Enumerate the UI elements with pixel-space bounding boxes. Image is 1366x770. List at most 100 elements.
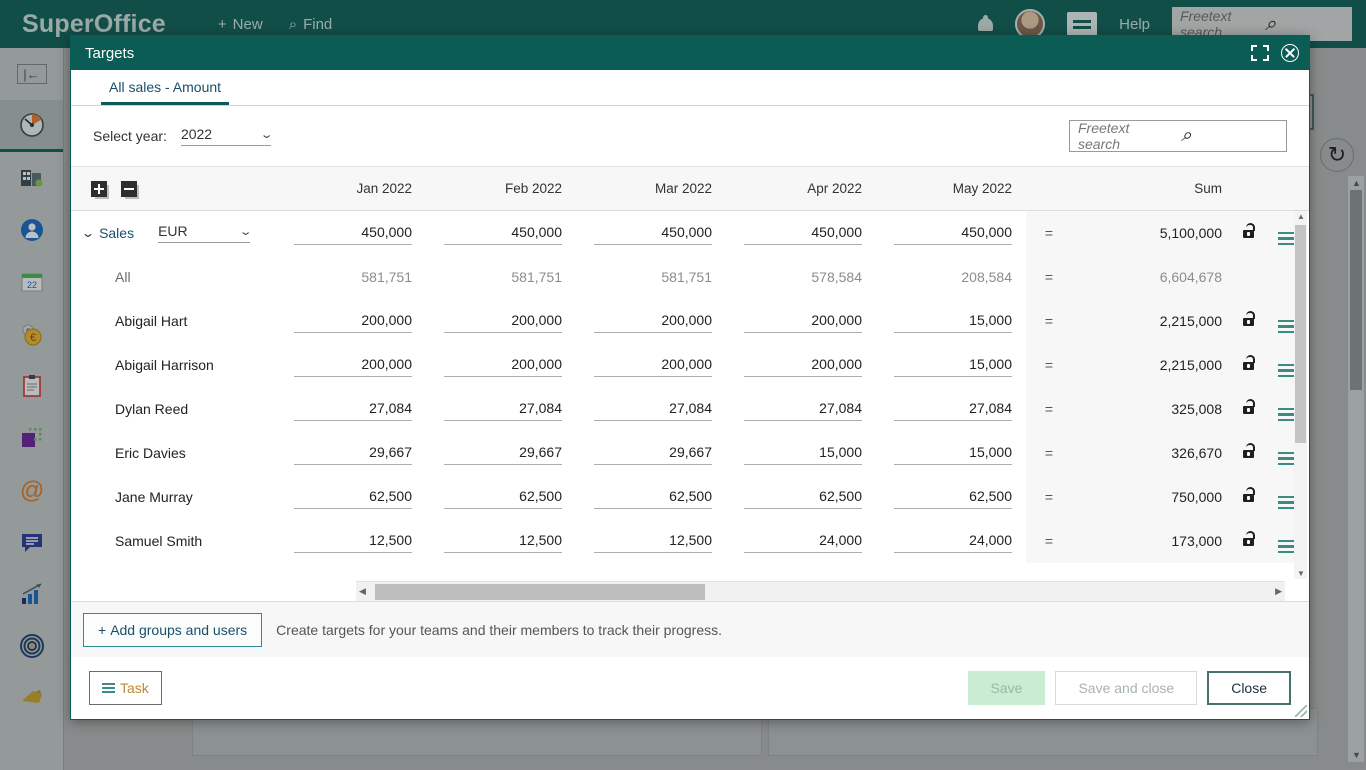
- table-row[interactable]: All 581,751 581,751 581,751 578,584 208,584 = 6…: [71, 255, 1309, 299]
- cell-value[interactable]: 27,084: [444, 400, 562, 421]
- cell-value[interactable]: 12,500: [594, 532, 712, 553]
- cell-jan[interactable]: 12,500: [276, 530, 426, 553]
- cell-value[interactable]: 15,000: [894, 356, 1012, 377]
- cell-apr[interactable]: 15,000: [726, 442, 876, 465]
- cell-jan[interactable]: 200,000: [276, 354, 426, 377]
- cell-value[interactable]: 12,500: [444, 532, 562, 553]
- dialog-resize-handle[interactable]: [1295, 705, 1307, 717]
- cell-apr[interactable]: 24,000: [726, 530, 876, 553]
- cell-value[interactable]: 200,000: [294, 356, 412, 377]
- cell-value[interactable]: 450,000: [894, 224, 1012, 245]
- expand-all-icon[interactable]: [91, 180, 107, 197]
- cell-value[interactable]: 27,084: [744, 400, 862, 421]
- cell-value[interactable]: 200,000: [744, 312, 862, 333]
- tab-all-sales-amount[interactable]: All sales - Amount: [101, 79, 230, 105]
- cell-value[interactable]: 24,000: [744, 532, 862, 553]
- cell-value[interactable]: 62,500: [594, 488, 712, 509]
- cell-value[interactable]: 62,500: [294, 488, 412, 509]
- cell-may[interactable]: 15,000: [876, 442, 1026, 465]
- hscroll-track[interactable]: [369, 583, 1272, 601]
- table-row[interactable]: Dylan Reed 27,084 27,084 27,084 27,084 27,084…: [71, 387, 1309, 431]
- year-select[interactable]: 2022 ⌄: [180, 126, 273, 146]
- chevron-down-icon[interactable]: ⌄: [81, 226, 95, 240]
- unlocked-padlock-icon[interactable]: [1232, 223, 1266, 243]
- cell-mar[interactable]: 450,000: [576, 222, 726, 245]
- grid-search-input[interactable]: Freetext search ⌕: [1069, 120, 1287, 152]
- scrollbar-thumb[interactable]: [374, 583, 705, 600]
- cell-apr[interactable]: 200,000: [726, 310, 876, 333]
- cell-may[interactable]: 15,000: [876, 354, 1026, 377]
- save-and-close-button[interactable]: Save and close: [1055, 671, 1198, 705]
- table-row[interactable]: Abigail Hart 200,000 200,000 200,000 200,000…: [71, 299, 1309, 343]
- scroll-up-arrow[interactable]: ▲: [1297, 212, 1305, 221]
- cell-jan[interactable]: 27,084: [276, 398, 426, 421]
- cell-mar[interactable]: 29,667: [576, 442, 726, 465]
- cell-may[interactable]: 27,084: [876, 398, 1026, 421]
- cell-feb[interactable]: 200,000: [426, 310, 576, 333]
- unlocked-padlock-icon[interactable]: [1232, 311, 1266, 331]
- cell-feb[interactable]: 450,000: [426, 222, 576, 245]
- unlocked-padlock-icon[interactable]: [1232, 487, 1266, 507]
- close-button[interactable]: Close: [1207, 671, 1291, 705]
- cell-value[interactable]: 15,000: [894, 444, 1012, 465]
- cell-apr[interactable]: 200,000: [726, 354, 876, 377]
- unlocked-padlock-icon[interactable]: [1232, 443, 1266, 463]
- cell-feb[interactable]: 12,500: [426, 530, 576, 553]
- cell-value[interactable]: 24,000: [894, 532, 1012, 553]
- cell-apr[interactable]: 62,500: [726, 486, 876, 509]
- cell-value[interactable]: 15,000: [744, 444, 862, 465]
- table-row[interactable]: Eric Davies 29,667 29,667 29,667 15,000 15,00…: [71, 431, 1309, 475]
- cell-value[interactable]: 200,000: [294, 312, 412, 333]
- unlocked-padlock-icon[interactable]: [1232, 399, 1266, 419]
- cell-value[interactable]: 12,500: [294, 532, 412, 553]
- cell-value[interactable]: 450,000: [744, 224, 862, 245]
- cell-value[interactable]: 200,000: [444, 356, 562, 377]
- cell-may[interactable]: 15,000: [876, 310, 1026, 333]
- cell-may[interactable]: 450,000: [876, 222, 1026, 245]
- cell-value[interactable]: 200,000: [744, 356, 862, 377]
- add-groups-and-users-button[interactable]: + Add groups and users: [83, 612, 263, 647]
- cell-may[interactable]: 24,000: [876, 530, 1026, 553]
- table-row[interactable]: Samuel Smith 12,500 12,500 12,500 24,000 24,0…: [71, 519, 1309, 563]
- cell-value[interactable]: 27,084: [294, 400, 412, 421]
- table-row[interactable]: Jane Murray 62,500 62,500 62,500 62,500 62,50…: [71, 475, 1309, 519]
- cell-value[interactable]: 200,000: [594, 356, 712, 377]
- cell-value[interactable]: 450,000: [594, 224, 712, 245]
- cell-value[interactable]: 29,667: [294, 444, 412, 465]
- cell-mar[interactable]: 200,000: [576, 354, 726, 377]
- task-button[interactable]: Task: [89, 671, 162, 705]
- cell-value[interactable]: 27,084: [894, 400, 1012, 421]
- scroll-left-arrow[interactable]: ◀: [356, 586, 369, 597]
- unlocked-padlock-icon[interactable]: [1232, 355, 1266, 375]
- cell-value[interactable]: 200,000: [594, 312, 712, 333]
- cell-value[interactable]: 62,500: [744, 488, 862, 509]
- grid-vertical-scrollbar[interactable]: ▲ ▼: [1294, 211, 1307, 579]
- search-icon[interactable]: ⌕: [1181, 125, 1278, 147]
- unlocked-padlock-icon[interactable]: [1232, 531, 1266, 551]
- cell-jan[interactable]: 29,667: [276, 442, 426, 465]
- collapse-all-icon[interactable]: [121, 180, 137, 197]
- cell-mar[interactable]: 62,500: [576, 486, 726, 509]
- cell-value[interactable]: 29,667: [594, 444, 712, 465]
- maximize-icon[interactable]: [1251, 45, 1269, 61]
- cell-value[interactable]: 27,084: [594, 400, 712, 421]
- table-row-group[interactable]: ⌄ Sales EUR ⌄ 450,000 450,000 450,000 45…: [71, 211, 1309, 255]
- scroll-down-arrow[interactable]: ▼: [1297, 569, 1305, 578]
- scroll-right-arrow[interactable]: ▶: [1272, 586, 1285, 597]
- cell-value[interactable]: 29,667: [444, 444, 562, 465]
- cell-jan[interactable]: 200,000: [276, 310, 426, 333]
- cell-jan[interactable]: 62,500: [276, 486, 426, 509]
- cell-mar[interactable]: 12,500: [576, 530, 726, 553]
- cell-value[interactable]: 62,500: [444, 488, 562, 509]
- grid-horizontal-scrollbar[interactable]: ◀ ▶: [356, 581, 1285, 601]
- cell-feb[interactable]: 29,667: [426, 442, 576, 465]
- cell-mar[interactable]: 200,000: [576, 310, 726, 333]
- cell-feb[interactable]: 200,000: [426, 354, 576, 377]
- cell-value[interactable]: 450,000: [294, 224, 412, 245]
- scrollbar-thumb[interactable]: [1295, 225, 1306, 443]
- cell-feb[interactable]: 62,500: [426, 486, 576, 509]
- cell-apr[interactable]: 450,000: [726, 222, 876, 245]
- cell-may[interactable]: 62,500: [876, 486, 1026, 509]
- cell-value[interactable]: 62,500: [894, 488, 1012, 509]
- currency-select[interactable]: EUR ⌄: [158, 223, 252, 243]
